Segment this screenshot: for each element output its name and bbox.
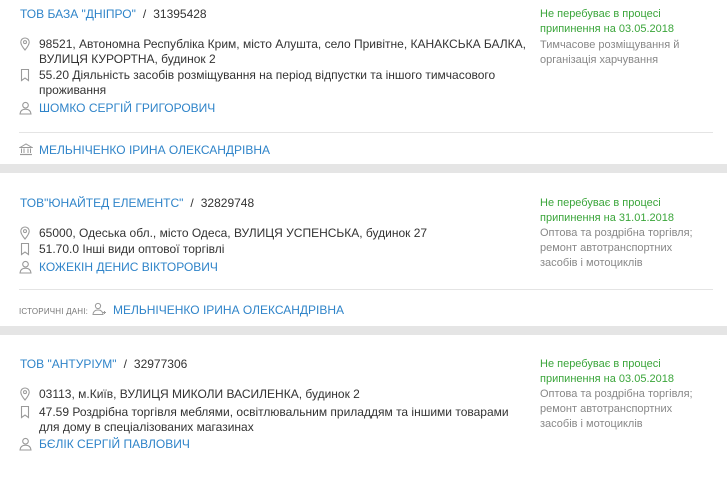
activity-line: ремонт автотранспортних	[540, 242, 673, 254]
status-text: Не перебуває в процесі припинення на 31.…	[540, 196, 710, 226]
activity-line: Оптова та роздрібна торгівля;	[540, 227, 693, 239]
person-icon	[19, 260, 32, 274]
separator-slash: /	[142, 7, 147, 21]
divider	[19, 132, 713, 133]
card-separator	[0, 326, 727, 335]
company-title-row: ТОВ "АНТУРІУМ" / 32977306	[20, 357, 187, 372]
kved-line: проживання	[39, 83, 107, 97]
activity-text: Оптова та роздрібна торгівля; ремонт авт…	[540, 226, 715, 271]
company-title-row: ТОВ БАЗА "ДНІПРО" / 31395428	[20, 7, 207, 22]
kved-line: 47.59 Роздрібна торгівля меблями, освітл…	[39, 405, 509, 419]
kved: 55.20 Діяльність засобів розміщування на…	[39, 68, 495, 98]
status-text: Не перебуває в процесі припинення на 03.…	[540, 7, 710, 37]
status-line: Не перебуває в процесі	[540, 197, 661, 209]
director-link[interactable]: БЄЛІК СЕРГІЙ ПАВЛОВИЧ	[39, 437, 190, 452]
address-line: 65000, Одеська обл., місто Одеса, ВУЛИЦЯ…	[39, 226, 428, 240]
activity-line: ремонт автотранспортних	[540, 403, 673, 415]
address: 98521, Автономна Республіка Крим, місто …	[39, 37, 526, 67]
status-line: припинення на 03.05.2018	[540, 23, 674, 35]
founder-link[interactable]: МЕЛЬНІЧЕНКО ІРИНА ОЛЕКСАНДРІВНА	[39, 143, 270, 158]
address-line: ВУЛИЦЯ КУРОРТНА, будинок 2	[39, 52, 216, 66]
status-line: припинення на 31.01.2018	[540, 212, 674, 224]
location-pin-icon	[19, 226, 31, 240]
address-line: 03113, м.Київ, ВУЛИЦЯ МИКОЛИ ВАСИЛЕНКА, …	[39, 387, 360, 401]
history-label: ІСТОРИЧНІ ДАНІ:	[19, 307, 89, 316]
activity-line: засобів і мотоциклів	[540, 257, 643, 269]
bank-icon	[19, 143, 33, 157]
bookmark-icon	[19, 405, 31, 419]
company-card: ТОВ"ЮНАЙТЕД ЕЛЕМЕНТС" / 32829748 65000, Од…	[0, 173, 727, 326]
activity-line: організація харчування	[540, 54, 659, 66]
company-code: 32977306	[133, 357, 188, 371]
company-code: 31395428	[153, 7, 207, 21]
director-link[interactable]: КОЖЕКІН ДЕНИС ВІКТОРОВИЧ	[39, 260, 218, 275]
status-line: Не перебуває в процесі	[540, 358, 661, 370]
activity-line: засобів і мотоциклів	[540, 418, 643, 430]
card-separator	[0, 164, 727, 173]
status-text: Не перебуває в процесі припинення на 03.…	[540, 357, 710, 387]
company-title-row: ТОВ"ЮНАЙТЕД ЕЛЕМЕНТС" / 32829748	[20, 196, 254, 211]
separator-slash: /	[123, 357, 127, 371]
location-pin-icon	[19, 37, 31, 51]
address-line: 98521, Автономна Республіка Крим, місто …	[39, 37, 526, 51]
bookmark-icon	[19, 68, 31, 82]
status-line: Не перебуває в процесі	[540, 8, 661, 20]
activity-text: Тимчасове розміщування й організація хар…	[540, 38, 715, 68]
company-name-link[interactable]: ТОВ "АНТУРІУМ"	[20, 357, 117, 371]
divider	[19, 289, 713, 290]
status-line: припинення на 03.05.2018	[540, 373, 674, 385]
company-name-link[interactable]: ТОВ БАЗА "ДНІПРО"	[20, 7, 136, 21]
bookmark-icon	[19, 242, 31, 256]
company-name-link[interactable]: ТОВ"ЮНАЙТЕД ЕЛЕМЕНТС"	[20, 196, 183, 210]
kved: 47.59 Роздрібна торгівля меблями, освітл…	[39, 405, 509, 435]
kved: 51.70.0 Інші види оптової торгівлі	[39, 242, 224, 257]
company-card: ТОВ "АНТУРІУМ" / 32977306 03113, м.Київ, В…	[0, 335, 727, 478]
kved-line: 51.70.0 Інші види оптової торгівлі	[39, 242, 225, 256]
person-icon	[19, 101, 32, 115]
company-code: 32829748	[200, 196, 255, 210]
activity-line: Оптова та роздрібна торгівля;	[540, 388, 693, 400]
kved-line: 55.20 Діяльність засобів розміщування на…	[39, 68, 496, 82]
address: 03113, м.Київ, ВУЛИЦЯ МИКОЛИ ВАСИЛЕНКА, …	[39, 387, 360, 402]
address: 65000, Одеська обл., місто Одеса, ВУЛИЦЯ…	[39, 226, 427, 241]
separator-slash: /	[190, 196, 194, 210]
kved-line: для дому в спеціалізованих магазинах	[39, 420, 254, 434]
person-icon	[19, 437, 32, 451]
persons-icon	[92, 302, 107, 316]
director-link[interactable]: ШОМКО СЕРГІЙ ГРИГОРОВИЧ	[39, 101, 215, 116]
activity-line: Тимчасове розміщування й	[540, 39, 680, 51]
activity-text: Оптова та роздрібна торгівля; ремонт авт…	[540, 387, 715, 432]
history-person-link[interactable]: МЕЛЬНІЧЕНКО ІРИНА ОЛЕКСАНДРІВНА	[113, 303, 344, 318]
location-pin-icon	[19, 387, 31, 401]
company-card: ТОВ БАЗА "ДНІПРО" / 31395428 98521, Автоно…	[0, 0, 727, 164]
